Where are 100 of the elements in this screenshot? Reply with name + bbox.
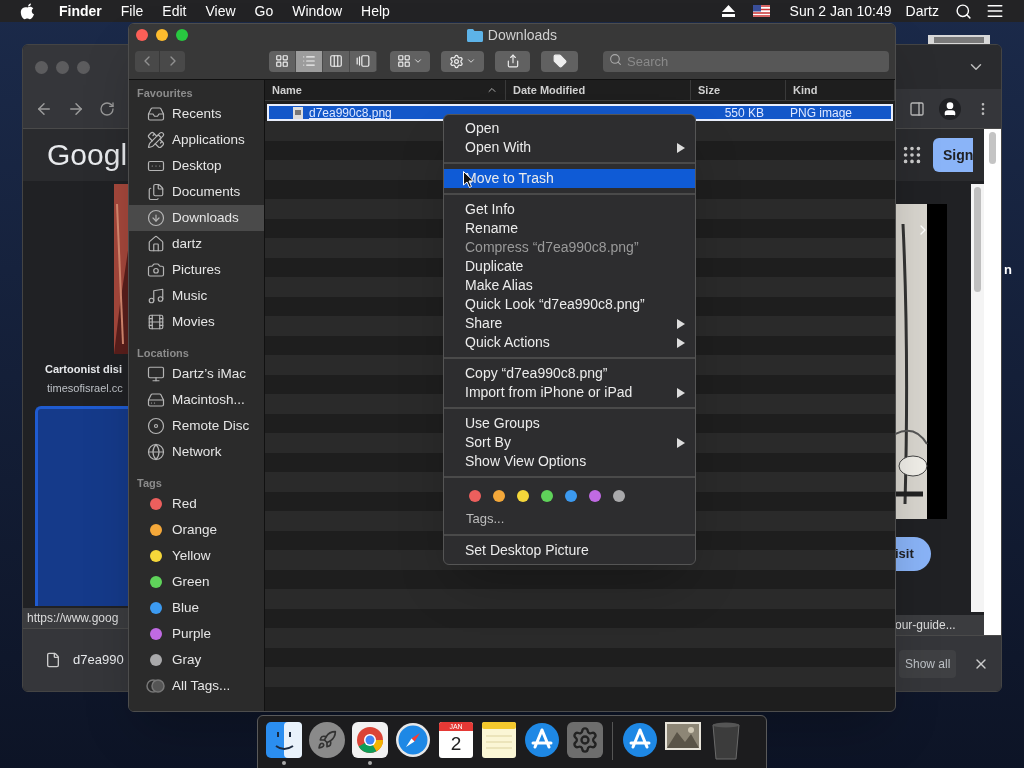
- sidebar-item[interactable]: All Tags...: [129, 673, 264, 699]
- view-button[interactable]: [296, 50, 323, 72]
- menu-item[interactable]: Import from iPhone or iPad: [444, 383, 695, 402]
- sidebar-item[interactable]: Downloads: [129, 205, 264, 231]
- menu-item[interactable]: Show View Options: [444, 452, 695, 471]
- sidebar-item[interactable]: Documents: [129, 179, 264, 205]
- rocket-icon[interactable]: [309, 722, 345, 758]
- compass-icon[interactable]: [395, 722, 431, 758]
- sidebar-item[interactable]: Yellow: [129, 543, 264, 569]
- sidebar-item[interactable]: Dartz’s iMac: [129, 361, 264, 387]
- submenu-arrow-icon: [677, 318, 685, 329]
- drive-icon: [147, 391, 165, 409]
- reload-icon[interactable]: [99, 100, 115, 117]
- result-title[interactable]: Cartoonist disi: [23, 361, 129, 378]
- menu-bar-item[interactable]: Go: [254, 0, 274, 22]
- desktop-icon-label: n: [1004, 261, 1012, 279]
- scrollbar-thumb[interactable]: [989, 132, 996, 164]
- apps-grid-icon[interactable]: [901, 144, 923, 166]
- sidebar-item[interactable]: Blue: [129, 595, 264, 621]
- sidebar-item[interactable]: dartz: [129, 231, 264, 257]
- menu-bar-app[interactable]: Finder: [59, 0, 102, 22]
- file-name[interactable]: d7ea990c8.png: [309, 103, 392, 122]
- tag-button[interactable]: [541, 50, 578, 72]
- user-name[interactable]: Dartz: [905, 0, 939, 22]
- column-header[interactable]: Date Modified: [506, 80, 691, 100]
- menu-bar-item[interactable]: Help: [361, 0, 390, 22]
- sidebar-item[interactable]: Red: [129, 491, 264, 517]
- menu-item[interactable]: Quick Look “d7ea990c8.png”: [444, 295, 695, 314]
- zoom-button[interactable]: [176, 29, 188, 41]
- sidebar-item[interactable]: Network: [129, 439, 264, 465]
- file-size: 550 KB: [723, 104, 765, 122]
- menu-item[interactable]: Copy “d7ea990c8.png”: [444, 364, 695, 383]
- browser-icon[interactable]: [352, 722, 388, 758]
- globe-icon: [147, 443, 165, 461]
- sign-in-button[interactable]: Sign: [933, 138, 973, 172]
- menu-icon[interactable]: [986, 2, 1004, 20]
- sidebar-item[interactable]: Applications: [129, 127, 264, 153]
- sidebar-item[interactable]: Remote Disc: [129, 413, 264, 439]
- gear-icon[interactable]: [567, 722, 603, 758]
- menu-item[interactable]: Sort By: [444, 433, 695, 452]
- sidebar-item[interactable]: Orange: [129, 517, 264, 543]
- menu-item[interactable]: Set Desktop Picture: [444, 541, 695, 560]
- sidebar-item[interactable]: Recents: [129, 101, 264, 127]
- flag-icon[interactable]: [752, 5, 770, 17]
- action-button[interactable]: [441, 50, 484, 72]
- column-header[interactable]: Name: [265, 80, 506, 100]
- sidebar-item[interactable]: Movies: [129, 309, 264, 335]
- download-file-name[interactable]: d7ea990: [73, 650, 124, 670]
- menu-bar-item[interactable]: Window: [292, 0, 343, 22]
- caret-icon: [413, 56, 423, 66]
- sidebar-item[interactable]: Purple: [129, 621, 264, 647]
- menu-item[interactable]: Rename: [444, 219, 695, 238]
- show-all-button[interactable]: Show all: [899, 649, 957, 678]
- menu-item[interactable]: Make Alias: [444, 276, 695, 295]
- sidebar-item[interactable]: Macintosh...: [129, 387, 264, 413]
- eject-icon[interactable]: [721, 5, 735, 17]
- sidebar-item[interactable]: Gray: [129, 647, 264, 673]
- menu-item[interactable]: Quick Actions: [444, 333, 695, 352]
- menu-item[interactable]: Open With: [444, 138, 695, 157]
- search-icon[interactable]: [955, 2, 972, 20]
- trash-icon[interactable]: [711, 722, 741, 760]
- menu-item[interactable]: Get Info: [444, 200, 695, 219]
- menu-item[interactable]: Open: [444, 119, 695, 138]
- submenu-arrow-icon: [677, 437, 685, 448]
- menu-item[interactable]: Share: [444, 314, 695, 333]
- profile-avatar[interactable]: [939, 97, 961, 120]
- menu-bar-item[interactable]: View: [205, 0, 236, 22]
- close-button[interactable]: [136, 29, 148, 41]
- column-header[interactable]: Size: [691, 80, 786, 100]
- document-icon: [147, 183, 165, 201]
- image-file-icon: [293, 106, 303, 119]
- menu-item[interactable]: Duplicate: [444, 257, 695, 276]
- visit-button[interactable]: isit: [895, 537, 931, 571]
- group-button[interactable]: [390, 50, 430, 72]
- share-button[interactable]: [495, 50, 530, 72]
- sidebar-item[interactable]: Desktop: [129, 153, 264, 179]
- scrollbar-thumb[interactable]: [974, 187, 981, 292]
- monitor-icon: [147, 365, 165, 383]
- menu-bar-item[interactable]: Edit: [162, 0, 187, 22]
- smiling-face-icon[interactable]: [266, 722, 302, 758]
- app-store-icon[interactable]: [524, 722, 560, 758]
- sidebar-item[interactable]: Pictures: [129, 257, 264, 283]
- download-icon: [147, 209, 165, 227]
- minimize-button[interactable]: [156, 29, 168, 41]
- gallery-icon: [356, 54, 370, 68]
- caret-icon: [466, 56, 476, 66]
- column-header[interactable]: Kind: [786, 80, 895, 100]
- app-store-icon[interactable]: [622, 722, 658, 758]
- clock[interactable]: Sun 2 Jan 10:49: [789, 0, 892, 22]
- sidebar-heading: Favourites: [136, 86, 194, 101]
- sidebar-item[interactable]: Green: [129, 569, 264, 595]
- side-panel-icon[interactable]: [909, 100, 925, 117]
- menu-bar-item[interactable]: File: [120, 0, 144, 22]
- tags-menu-item[interactable]: Tags...: [444, 509, 695, 529]
- apple-icon[interactable]: [20, 2, 35, 20]
- camera-icon: [147, 261, 165, 279]
- sidebar-item[interactable]: Music: [129, 283, 264, 309]
- disc-icon: [147, 417, 165, 435]
- home-icon: [147, 235, 165, 253]
- menu-item[interactable]: Use Groups: [444, 414, 695, 433]
